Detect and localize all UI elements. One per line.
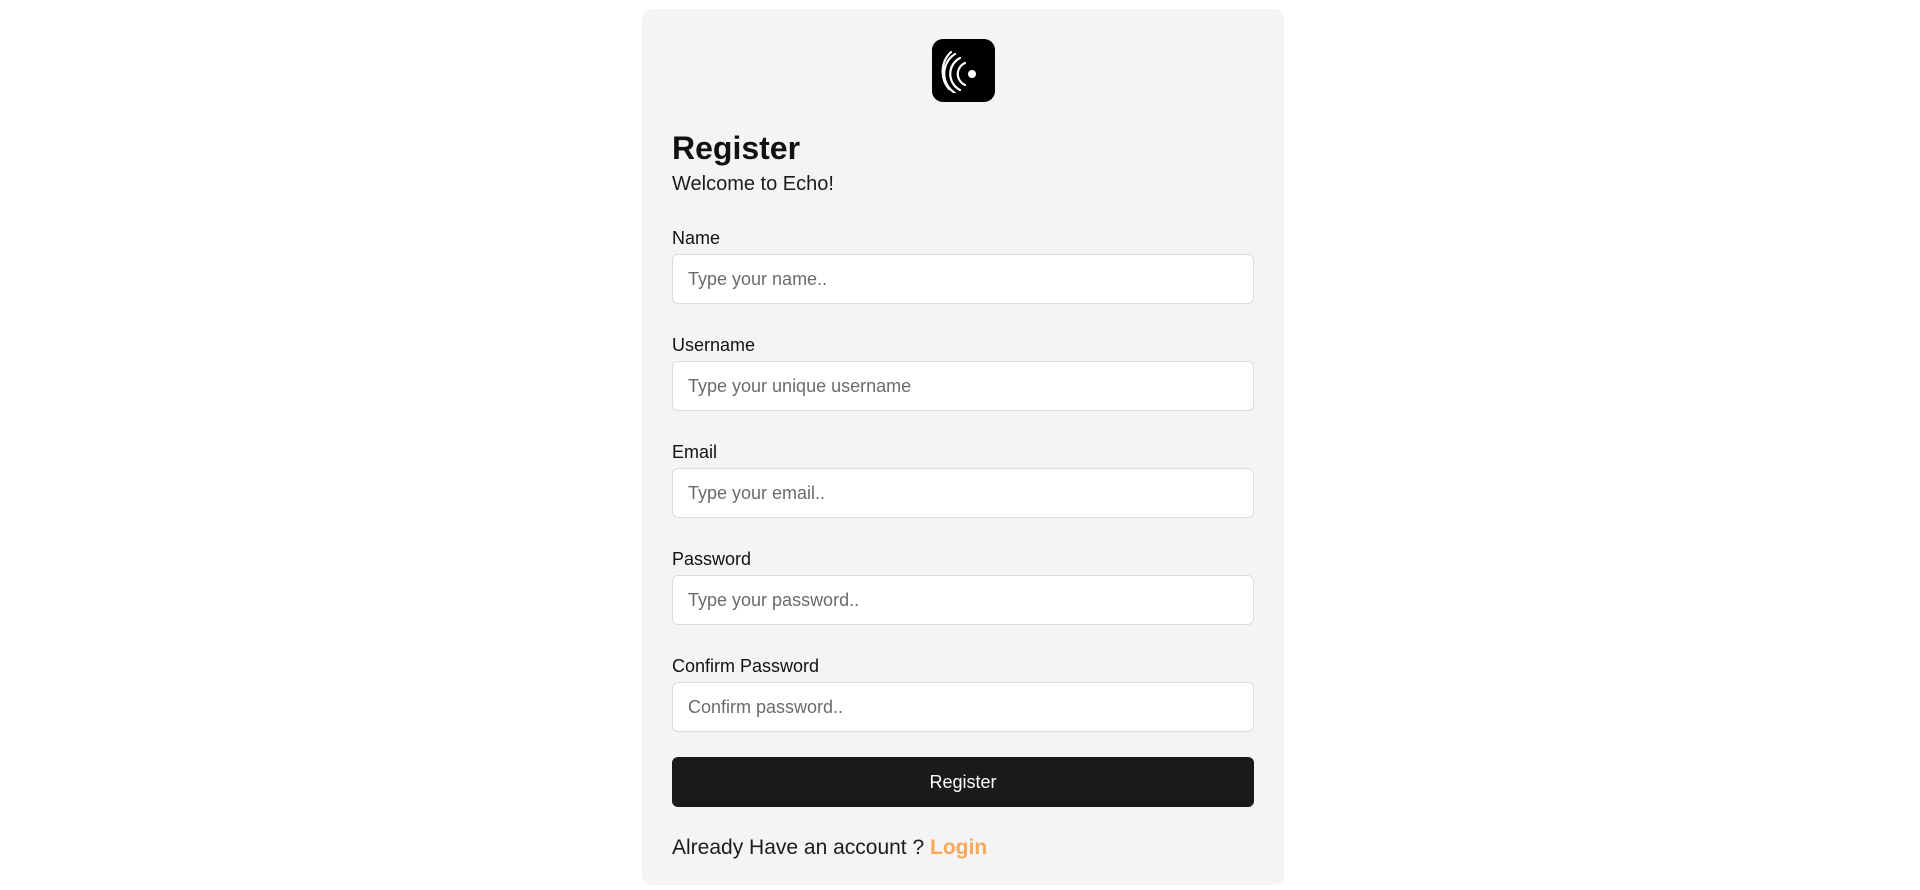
username-input[interactable]: [672, 361, 1254, 411]
signal-waves-icon: [941, 50, 976, 93]
username-field-group: Username: [672, 334, 1254, 411]
register-form: Name Username Email Password Confirm Pas…: [672, 227, 1254, 807]
name-label: Name: [672, 228, 721, 248]
login-prompt: Already Have an account ? Login: [672, 835, 1254, 861]
logo-container: [672, 9, 1254, 102]
name-input[interactable]: [672, 254, 1254, 304]
register-button[interactable]: Register: [672, 757, 1254, 807]
echo-logo-icon: [931, 39, 995, 102]
confirm-password-input[interactable]: [672, 682, 1254, 732]
confirm-password-field-group: Confirm Password: [672, 655, 1254, 732]
email-input[interactable]: [672, 468, 1254, 518]
register-card: Register Welcome to Echo! Name Username …: [642, 9, 1284, 885]
username-label: Username: [672, 335, 756, 355]
login-link[interactable]: Login: [930, 836, 987, 859]
name-field-group: Name: [672, 227, 1254, 304]
login-prompt-text: Already Have an account ?: [672, 836, 930, 859]
confirm-password-label: Confirm Password: [672, 656, 820, 676]
page-title: Register: [672, 130, 801, 166]
password-input[interactable]: [672, 575, 1254, 625]
page-subtitle: Welcome to Echo!: [672, 173, 834, 195]
email-label: Email: [672, 442, 718, 462]
password-label: Password: [672, 549, 752, 569]
email-field-group: Email: [672, 441, 1254, 518]
password-field-group: Password: [672, 548, 1254, 625]
